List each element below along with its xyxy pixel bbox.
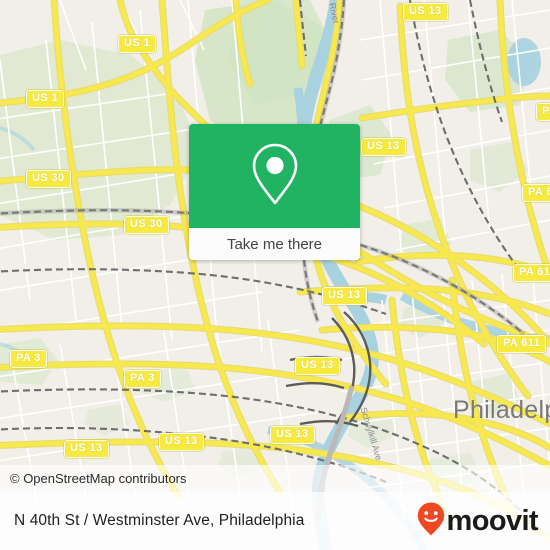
take-me-there-label: Take me there bbox=[226, 235, 323, 253]
highway-shield: PA 6 bbox=[522, 184, 550, 202]
highway-shield: US 13 bbox=[295, 357, 340, 375]
highway-shield: US 30 bbox=[124, 216, 169, 234]
station-address-label: N 40th St / Westminster Ave, Philadelphi… bbox=[14, 512, 305, 529]
osm-attribution-bar: © OpenStreetMap contributors bbox=[0, 465, 550, 492]
highway-shield: US 13 bbox=[270, 426, 315, 444]
moovit-smiley-pin-icon bbox=[416, 501, 446, 542]
highway-shield: PA 611 bbox=[497, 335, 547, 353]
highway-shield: PA 3 bbox=[10, 350, 47, 368]
highway-shield: US 13 bbox=[322, 287, 367, 305]
highway-shield: US 13 bbox=[403, 3, 448, 21]
moovit-logo[interactable]: moovit bbox=[416, 501, 539, 542]
take-me-there-card[interactable]: Take me there bbox=[189, 124, 360, 260]
highway-shield: US 13 bbox=[159, 433, 204, 451]
highway-shield: PA 611 bbox=[513, 264, 550, 282]
highway-shield: US 1 bbox=[26, 90, 65, 108]
card-pin-area bbox=[189, 124, 360, 228]
osm-attribution-text: © OpenStreetMap contributors bbox=[10, 471, 187, 486]
highway-shield: PA bbox=[536, 103, 550, 121]
highway-shield: PA 3 bbox=[124, 370, 161, 388]
highway-shield: US 13 bbox=[64, 440, 109, 458]
moovit-map-screenshot: Philadelphia River Schuylkill Ave US 1US… bbox=[0, 0, 550, 550]
location-pin-icon bbox=[247, 141, 303, 212]
bottom-info-bar: N 40th St / Westminster Ave, Philadelphi… bbox=[0, 492, 550, 550]
highway-shield: US 1 bbox=[118, 35, 157, 53]
take-me-there-button[interactable]: Take me there bbox=[189, 228, 360, 260]
highway-shield: US 13 bbox=[361, 138, 406, 156]
highway-shield: US 30 bbox=[26, 170, 71, 188]
moovit-wordmark: moovit bbox=[446, 504, 539, 537]
city-label-philadelphia: Philadelphia bbox=[453, 396, 550, 424]
